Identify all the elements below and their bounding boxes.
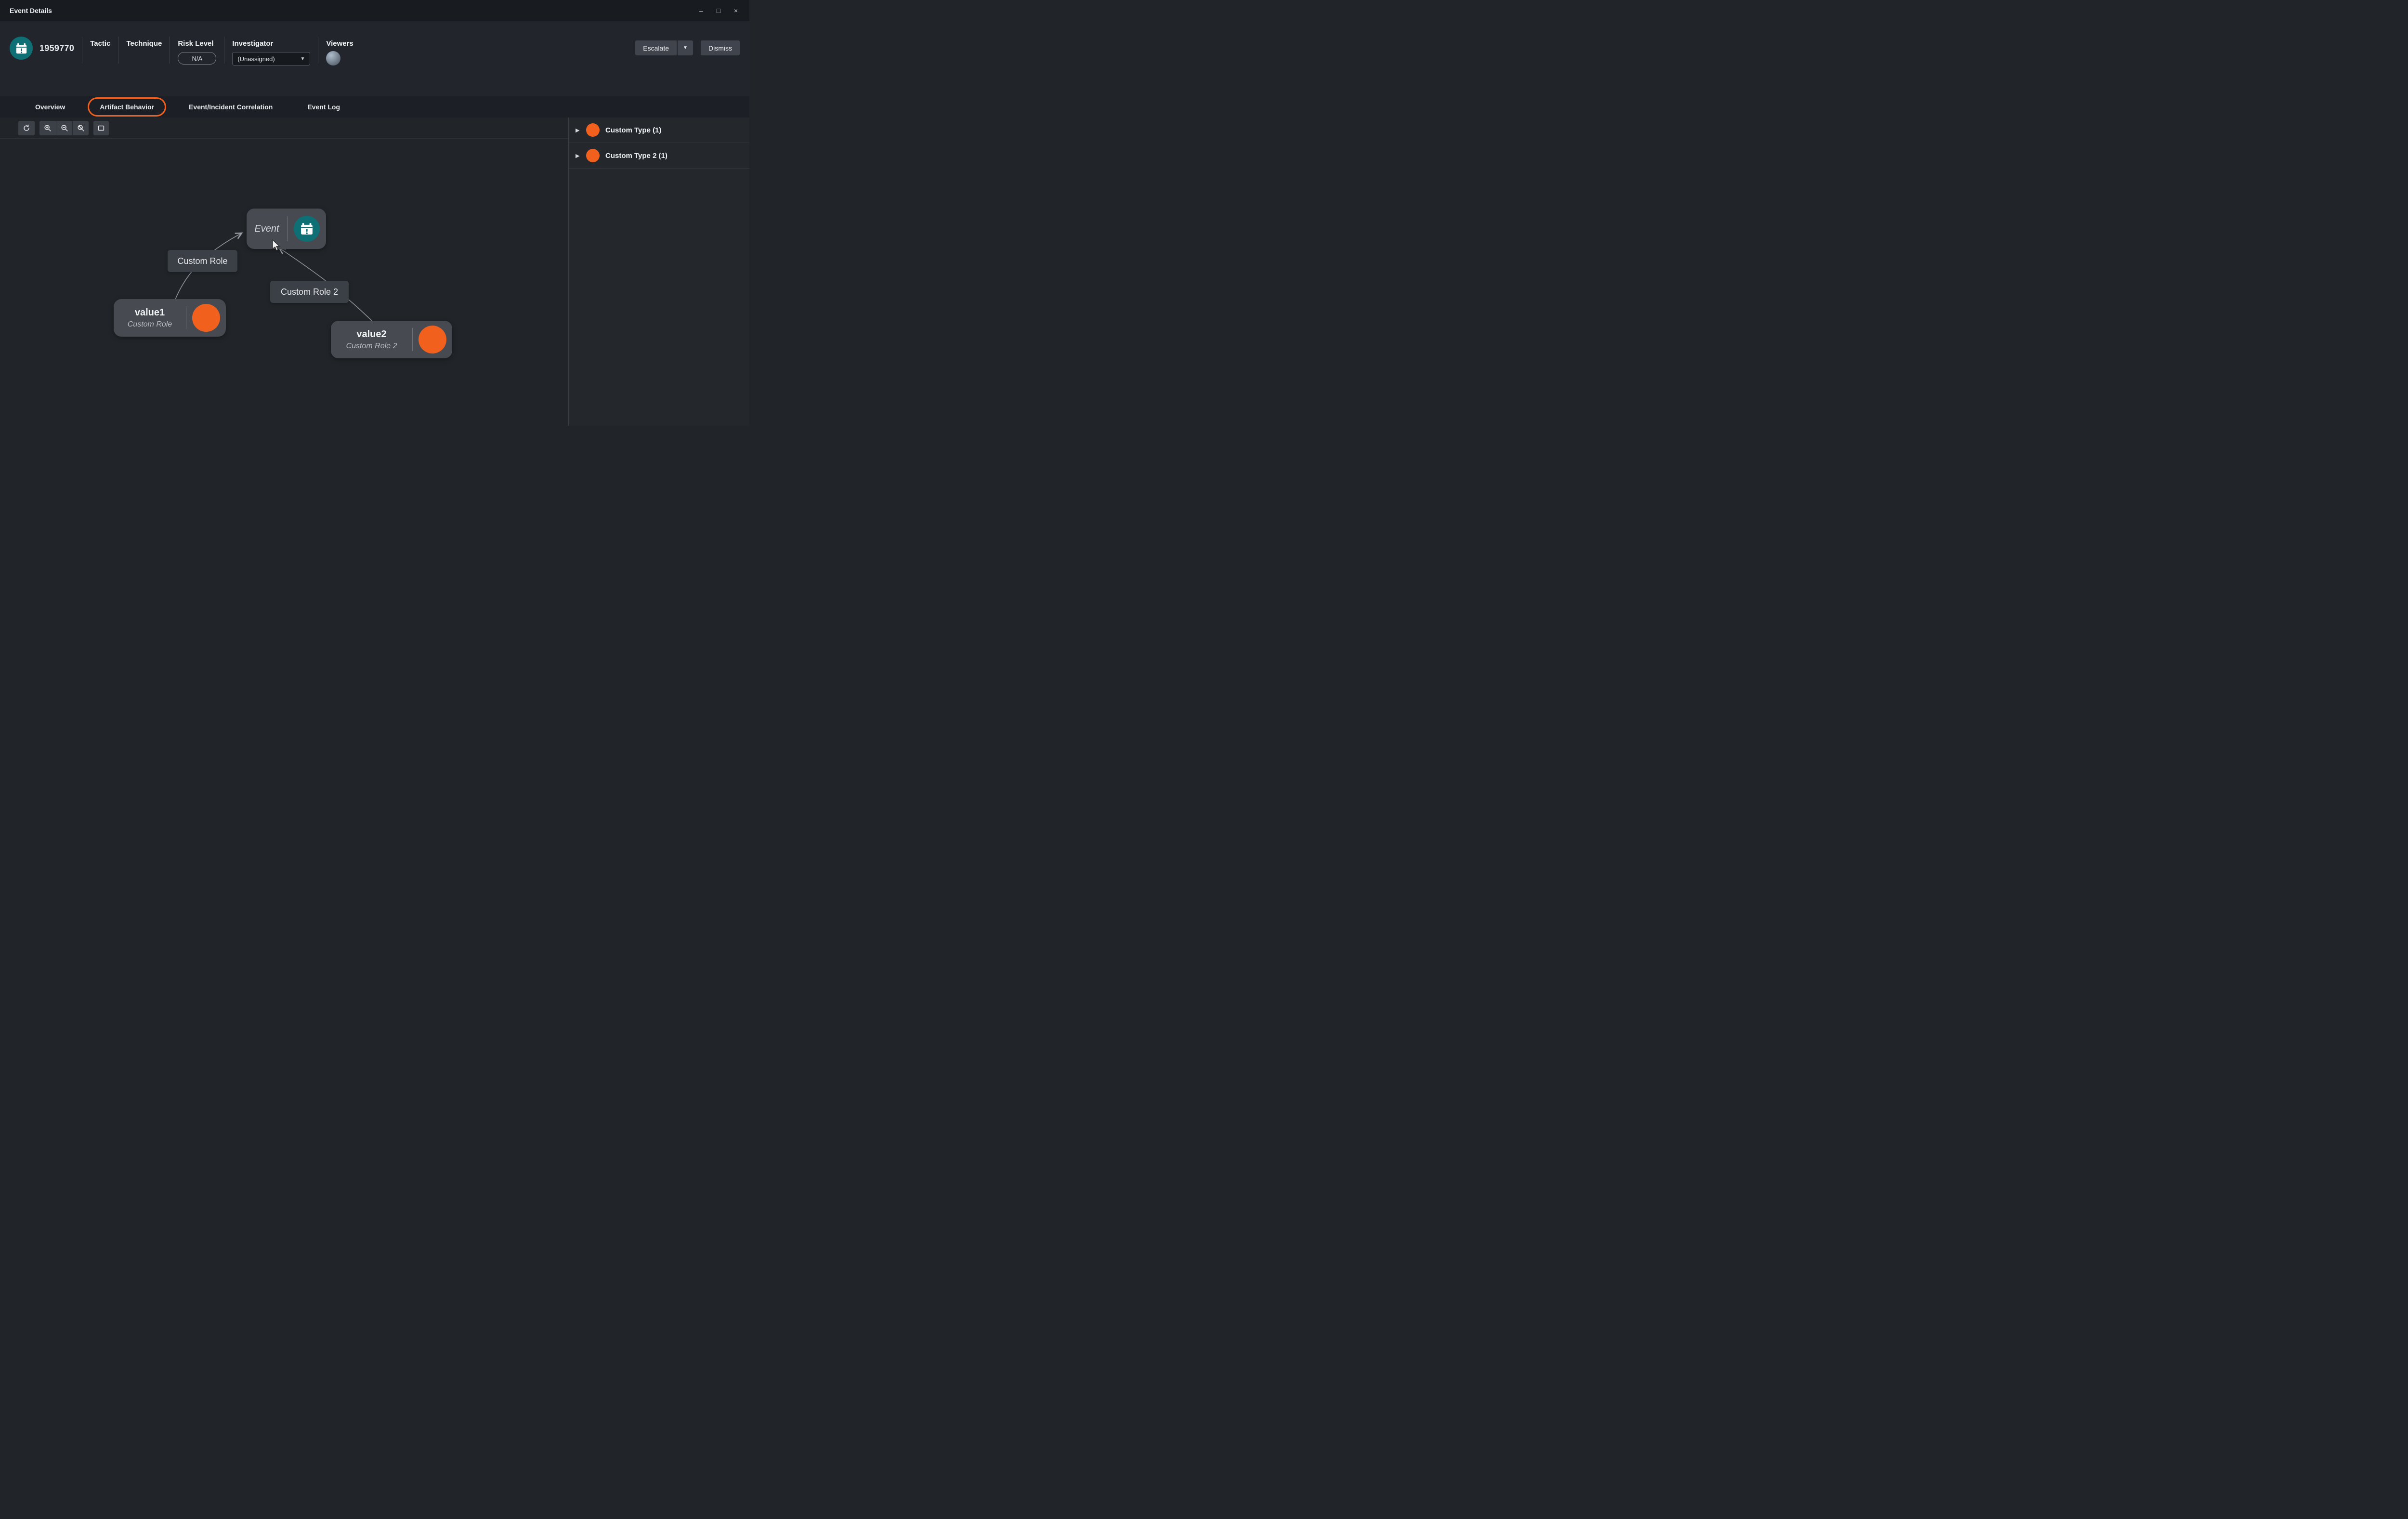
zoom-in-icon xyxy=(43,124,52,132)
artifact-value: value1 xyxy=(135,307,165,318)
caret-right-icon[interactable]: ▶ xyxy=(576,127,584,133)
close-icon[interactable]: × xyxy=(729,4,743,17)
graph-layer[interactable]: Event Custom Role Custom Role 2 xyxy=(0,139,568,426)
artifact-node-text: value2 Custom Role 2 xyxy=(331,329,412,351)
event-header: 1959770 Tactic Technique Risk Level N/A … xyxy=(0,21,749,96)
technique-column: Technique xyxy=(126,37,162,48)
tab-artifact-behavior[interactable]: Artifact Behavior xyxy=(88,97,166,117)
graph-toolbar xyxy=(0,118,568,139)
header-actions: Escalate ▼ Dismiss xyxy=(635,37,740,55)
viewer-avatar xyxy=(326,51,340,65)
investigator-value: (Unassigned) xyxy=(237,55,275,63)
artifact-node-text: value1 Custom Role xyxy=(114,307,186,329)
tab-bar: Overview Artifact Behavior Event/Inciden… xyxy=(0,96,749,118)
reset-view-button[interactable] xyxy=(18,121,35,135)
event-node-label: Event xyxy=(247,223,287,235)
escalate-menu-button[interactable]: ▼ xyxy=(678,40,693,55)
escalate-button[interactable]: Escalate xyxy=(635,40,677,55)
zoom-fit-icon xyxy=(77,124,85,132)
event-node[interactable]: Event xyxy=(247,209,326,249)
tactic-column: Tactic xyxy=(90,37,110,48)
tab-event-incident-correlation[interactable]: Event/Incident Correlation xyxy=(177,97,285,117)
dismiss-button[interactable]: Dismiss xyxy=(701,40,740,55)
technique-label: Technique xyxy=(126,39,162,48)
tab-event-log[interactable]: Event Log xyxy=(295,97,352,117)
caret-right-icon[interactable]: ▶ xyxy=(576,153,584,159)
artifact-value: value2 xyxy=(356,329,386,340)
viewers-column: Viewers xyxy=(326,37,353,65)
custom-type-icon xyxy=(586,149,600,162)
investigator-select[interactable]: (Unassigned) ▼ xyxy=(232,52,310,65)
window-title: Event Details xyxy=(10,7,52,14)
artifact-type-icon xyxy=(419,326,446,354)
risk-level-badge: N/A xyxy=(178,52,216,65)
investigator-column: Investigator (Unassigned) ▼ xyxy=(232,37,310,65)
artifact-node-value1[interactable]: value1 Custom Role xyxy=(114,299,226,337)
chevron-down-icon: ▼ xyxy=(300,56,305,62)
graph-canvas[interactable]: Event Custom Role Custom Role 2 xyxy=(0,118,568,426)
artifact-node-value2[interactable]: value2 Custom Role 2 xyxy=(331,321,452,358)
custom-type-icon xyxy=(586,123,600,137)
zoom-out-icon xyxy=(60,124,69,132)
maximize-icon[interactable]: □ xyxy=(712,4,725,17)
sidebar-group-custom-type[interactable]: ▶ Custom Type (1) xyxy=(569,118,749,143)
zoom-out-button[interactable] xyxy=(56,121,72,135)
zoom-fit-button[interactable] xyxy=(72,121,89,135)
artifact-type-sidebar: ▶ Custom Type (1) ▶ Custom Type 2 (1) xyxy=(568,118,749,426)
risk-level-column: Risk Level N/A xyxy=(178,37,216,65)
chevron-down-icon: ▼ xyxy=(683,45,688,51)
sidebar-group-label: Custom Type 2 (1) xyxy=(605,152,667,160)
calendar-alert-icon xyxy=(300,222,314,236)
refresh-icon xyxy=(22,124,31,132)
event-type-icon xyxy=(10,37,33,60)
artifact-role: Custom Role 2 xyxy=(346,342,397,351)
titlebar: Event Details – □ × xyxy=(0,0,749,21)
zoom-tool-group xyxy=(39,121,89,135)
node-divider xyxy=(412,328,413,351)
tab-overview[interactable]: Overview xyxy=(23,97,77,117)
artifact-type-icon xyxy=(192,304,220,332)
window-icon xyxy=(97,124,105,132)
tactic-label: Tactic xyxy=(90,39,110,48)
edge-label-custom-role-2: Custom Role 2 xyxy=(270,281,349,303)
edge-label-custom-role: Custom Role xyxy=(168,250,237,272)
event-node-icon xyxy=(294,216,320,242)
event-id: 1959770 xyxy=(39,43,74,53)
window-controls: – □ × xyxy=(694,4,743,17)
sidebar-group-custom-type-2[interactable]: ▶ Custom Type 2 (1) xyxy=(569,143,749,169)
artifact-role: Custom Role xyxy=(128,320,172,329)
sidebar-group-label: Custom Type (1) xyxy=(605,126,661,134)
minimap-toggle-button[interactable] xyxy=(93,121,109,135)
viewers-label: Viewers xyxy=(326,39,353,48)
risk-level-label: Risk Level xyxy=(178,39,216,48)
node-divider xyxy=(287,216,288,241)
calendar-alert-icon xyxy=(15,42,28,55)
minimize-icon[interactable]: – xyxy=(694,4,708,17)
investigator-label: Investigator xyxy=(232,39,310,48)
content: Event Custom Role Custom Role 2 xyxy=(0,118,749,426)
zoom-in-button[interactable] xyxy=(39,121,56,135)
mouse-cursor xyxy=(271,239,281,251)
